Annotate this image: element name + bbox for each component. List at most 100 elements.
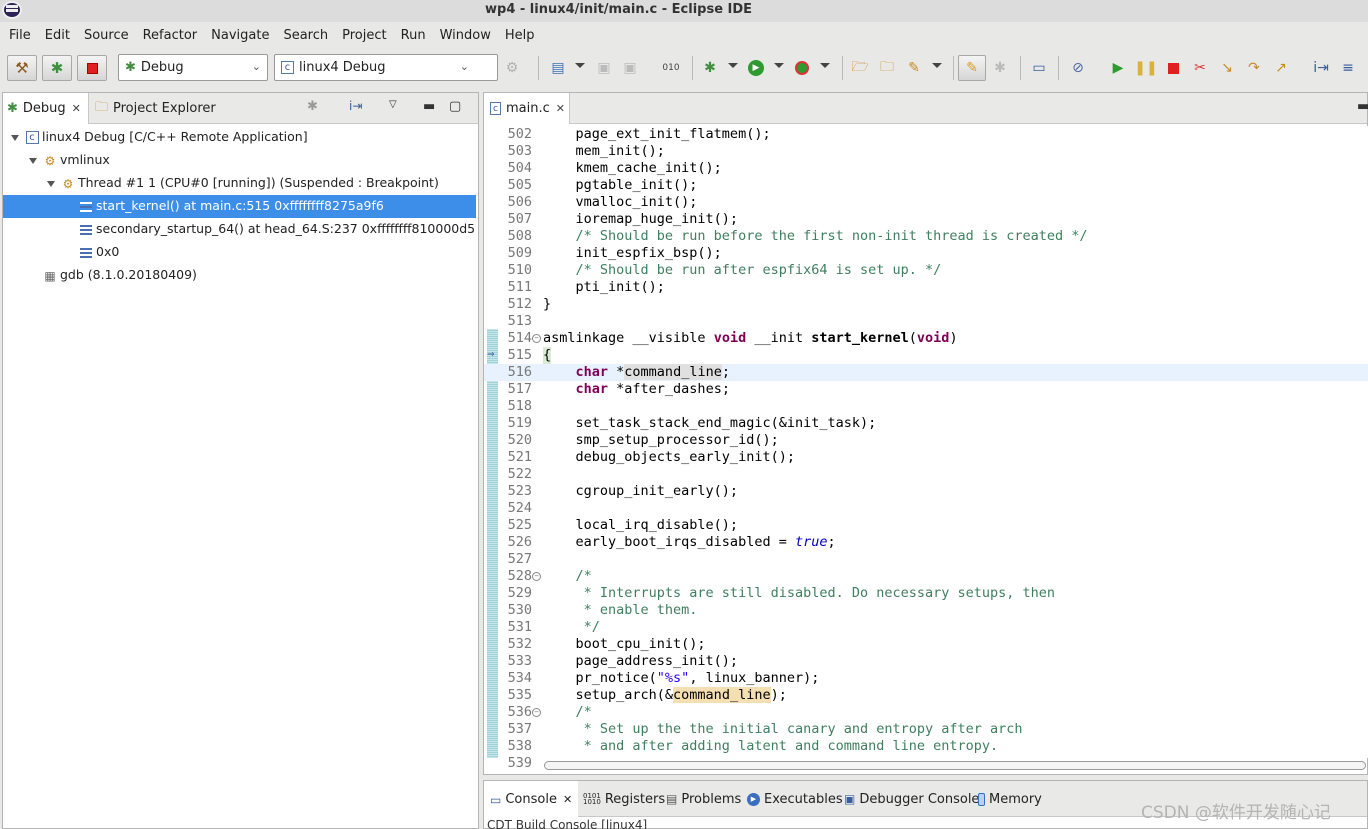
- menu-window[interactable]: Window: [433, 28, 498, 43]
- pencil-icon[interactable]: ✎: [904, 58, 924, 78]
- menu-file[interactable]: File: [2, 28, 38, 43]
- code-line: 517 char *after_dashes;: [507, 381, 730, 397]
- code-line: 515{: [507, 347, 552, 364]
- view-menu-icon[interactable]: ▽: [389, 99, 397, 110]
- tab-debug[interactable]: ✱ Debug ✕: [3, 93, 89, 124]
- instruction-stepping-icon[interactable]: i⇥: [349, 99, 362, 113]
- chevron-down-icon[interactable]: [575, 63, 585, 68]
- tab-memory[interactable]: Memory: [978, 781, 1042, 817]
- title-bar: wp4 - linux4/init/main.c - Eclipse IDE: [0, 0, 1368, 22]
- code-line: 518: [507, 398, 532, 414]
- run-external-tool-icon[interactable]: [792, 58, 812, 78]
- fold-collapse-icon[interactable]: −: [532, 334, 541, 343]
- chevron-down-icon[interactable]: [932, 63, 942, 68]
- fold-collapse-icon[interactable]: −: [532, 708, 541, 717]
- save-icon[interactable]: ▣: [594, 58, 614, 78]
- debug-launch-button[interactable]: ✱: [42, 55, 72, 81]
- block-selection-icon[interactable]: ✱: [990, 58, 1010, 78]
- tree-item-launch[interactable]: c linux4 Debug [C/C++ Remote Application…: [3, 126, 476, 149]
- disconnect-icon[interactable]: ✂: [1190, 58, 1210, 78]
- toggle-mark-occurrences-button[interactable]: ✎: [958, 55, 986, 81]
- chevron-down-icon: ⌄: [459, 60, 469, 73]
- expand-twisty-icon[interactable]: [29, 158, 37, 164]
- open-folder-icon[interactable]: 🗁: [850, 58, 870, 78]
- maximize-icon[interactable]: ▢: [449, 99, 461, 114]
- launch-settings-gear-icon[interactable]: ⚙: [502, 58, 522, 78]
- step-into-icon[interactable]: ↘: [1217, 58, 1237, 78]
- resume-icon[interactable]: ▶: [1108, 58, 1128, 78]
- tab-console[interactable]: ▭ Console ✕: [484, 781, 579, 818]
- code-line: 502 page_ext_init_flatmem();: [507, 126, 771, 142]
- tree-item-process[interactable]: ⚙ vmlinux: [3, 149, 476, 172]
- remove-terminated-icon[interactable]: ✱: [307, 99, 318, 114]
- perspective-combo[interactable]: ✱ Debug ⌄: [118, 54, 268, 81]
- terminate-icon[interactable]: [1163, 58, 1183, 78]
- menu-project[interactable]: Project: [335, 28, 393, 43]
- code-line: 522: [507, 466, 532, 482]
- terminate-button[interactable]: [77, 55, 107, 81]
- tab-debugger-console[interactable]: ▣ Debugger Console: [844, 781, 979, 817]
- close-icon[interactable]: ✕: [563, 793, 572, 806]
- toolbar-overflow-icon[interactable]: ≡: [1338, 58, 1358, 78]
- display-icon[interactable]: ▭: [1029, 58, 1049, 78]
- chevron-down-icon[interactable]: [774, 63, 784, 68]
- code-line: 511 pti_init();: [507, 279, 665, 295]
- binary-icon[interactable]: 010: [661, 58, 681, 78]
- menu-search[interactable]: Search: [276, 28, 335, 43]
- menu-edit[interactable]: Edit: [38, 28, 77, 43]
- expand-twisty-icon[interactable]: [47, 181, 55, 187]
- tree-item-stack-frame[interactable]: secondary_startup_64() at head_64.S:237 …: [3, 218, 476, 241]
- code-line: 524: [507, 500, 532, 516]
- c-launch-icon: c: [281, 61, 294, 74]
- code-line: 525 local_irq_disable();: [507, 517, 739, 533]
- tree-item-stack-frame[interactable]: 0x0: [3, 241, 476, 264]
- step-return-icon[interactable]: ↗: [1271, 58, 1291, 78]
- fold-collapse-icon[interactable]: −: [532, 572, 541, 581]
- build-button[interactable]: ⚒: [7, 55, 37, 81]
- code-line: 532 boot_cpu_init();: [507, 636, 706, 652]
- menu-source[interactable]: Source: [77, 28, 136, 43]
- debugger-console-icon: ▣: [844, 792, 856, 806]
- suspend-icon[interactable]: ❚❚: [1134, 58, 1157, 78]
- minimize-icon[interactable]: ▬: [1357, 99, 1368, 114]
- hammer-icon: ⚒: [15, 59, 29, 77]
- debug-bug-icon[interactable]: ✱: [700, 58, 720, 78]
- toolbar-separator: [692, 56, 693, 80]
- step-over-icon[interactable]: ↷: [1244, 58, 1264, 78]
- tab-project-explorer[interactable]: 🗀 Project Explorer: [91, 93, 220, 124]
- chevron-down-icon[interactable]: [820, 63, 830, 68]
- code-line: 512}: [507, 296, 552, 312]
- instruction-stepping-icon[interactable]: i⇥: [1311, 58, 1331, 78]
- tree-item-stack-frame[interactable]: start_kernel() at main.c:515 0xffffffff8…: [3, 195, 476, 218]
- horizontal-scrollbar[interactable]: [544, 761, 1366, 770]
- stop-icon: [86, 62, 98, 74]
- tab-executables[interactable]: ▶ Executables: [747, 781, 843, 817]
- tab-registers[interactable]: 0101 1010 Registers: [583, 781, 665, 817]
- console-icon: ▭: [490, 792, 502, 807]
- new-file-icon[interactable]: ▤: [548, 58, 568, 78]
- save-all-icon[interactable]: ▣: [620, 58, 640, 78]
- close-icon[interactable]: ✕: [556, 102, 565, 115]
- window-title: wp4 - linux4/init/main.c - Eclipse IDE: [485, 2, 753, 17]
- bug-icon: ✱: [50, 59, 64, 77]
- menu-navigate[interactable]: Navigate: [204, 28, 276, 43]
- toolbar-separator: [538, 56, 539, 80]
- menu-refactor[interactable]: Refactor: [136, 28, 205, 43]
- menu-help[interactable]: Help: [498, 28, 542, 43]
- tab-problems[interactable]: ▤ Problems: [666, 781, 741, 817]
- close-icon[interactable]: ✕: [72, 102, 81, 115]
- open-type-icon[interactable]: 🗀: [877, 58, 897, 78]
- code-text-area[interactable]: ⇒ 502 page_ext_init_flatmem(); 503 mem_i…: [484, 126, 1368, 758]
- launch-config-combo[interactable]: c linux4 Debug ⌄: [274, 54, 498, 81]
- code-line: 507 ioremap_huge_init();: [507, 211, 739, 227]
- debug-bug-icon: ✱: [7, 101, 18, 116]
- chevron-down-icon[interactable]: [728, 63, 738, 68]
- tree-item-thread[interactable]: ⚙ Thread #1 1 (CPU#0 [running]) (Suspend…: [3, 172, 476, 195]
- minimize-icon[interactable]: ▬: [423, 99, 435, 114]
- menu-run[interactable]: Run: [394, 28, 433, 43]
- expand-twisty-icon[interactable]: [11, 135, 19, 141]
- tab-main-c[interactable]: c main.c ✕: [484, 93, 570, 124]
- run-icon[interactable]: ▶: [746, 58, 766, 78]
- skip-breakpoints-icon[interactable]: ⊘: [1068, 58, 1088, 78]
- tree-item-gdb[interactable]: ▦ gdb (8.1.0.20180409): [3, 264, 476, 287]
